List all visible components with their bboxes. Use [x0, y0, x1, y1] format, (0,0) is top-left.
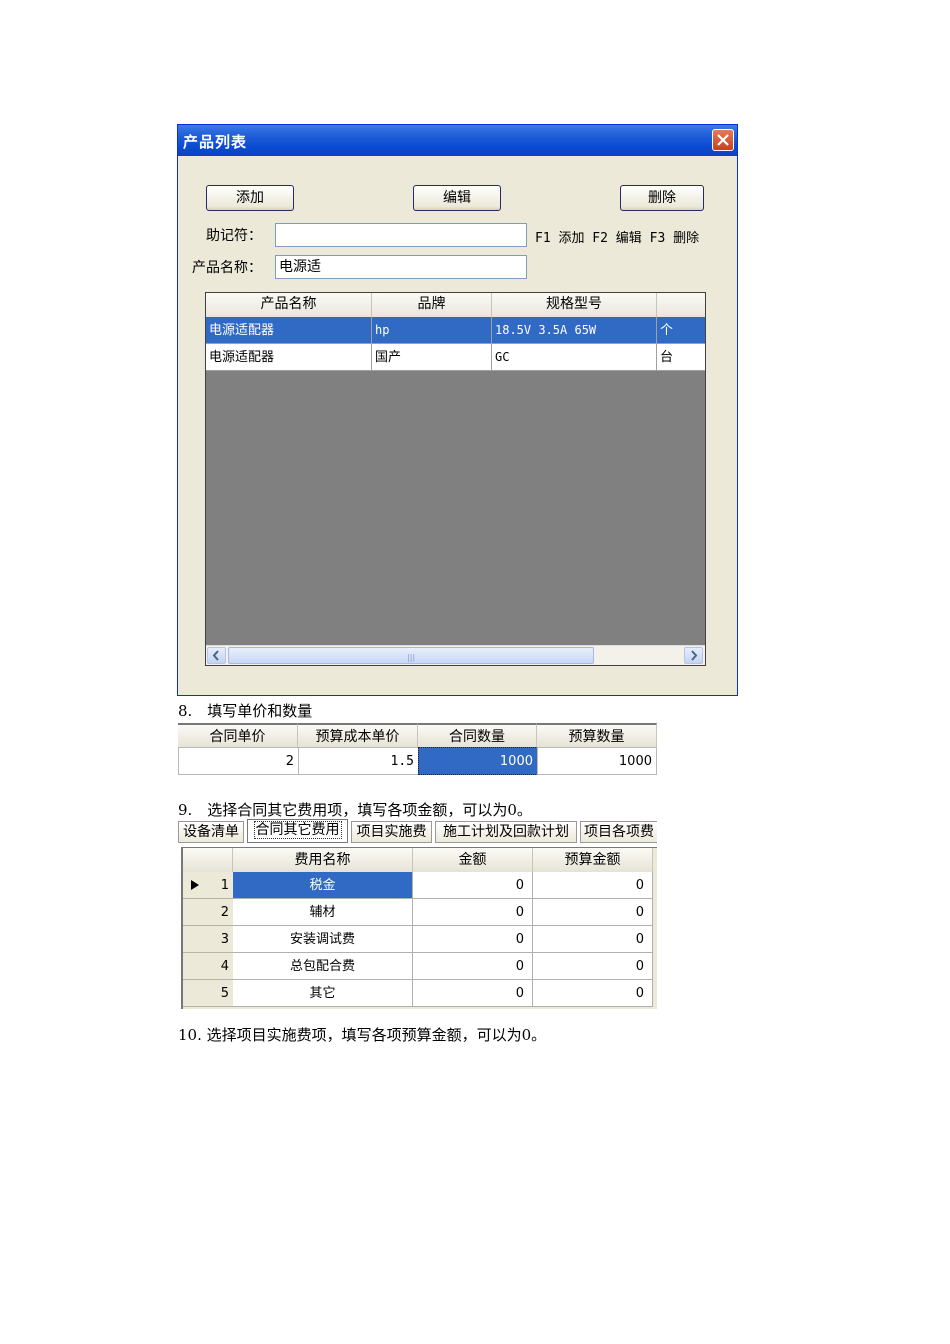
title-bar[interactable]: 产品列表 — [178, 125, 737, 156]
row-index: 1 — [220, 878, 229, 893]
amount-cell[interactable]: 0 — [413, 953, 533, 980]
grid-header: 产品名称 品牌 规格型号 — [206, 293, 705, 318]
product-list-dialog: 产品列表 添加 编辑 删除 助记符： F1 添加 F2 编辑 F3 删除 产品名… — [177, 124, 738, 696]
cell-unit[interactable]: 个 — [657, 317, 705, 344]
tab-contract-other-fees[interactable]: 合同其它费用 — [247, 819, 348, 843]
contract-price-cell[interactable]: 2 — [178, 747, 299, 775]
add-button[interactable]: 添加 — [206, 185, 294, 211]
other-fees-grid[interactable]: 费用名称 金额 预算金额 1 税金 0 0 2 辅材 0 0 3 安装调试费 0… — [181, 847, 657, 1009]
row-indicator[interactable]: 5 — [183, 980, 233, 1007]
row-indicator-header — [183, 848, 233, 872]
step-10-text: 10. 选择项目实施费项，填写各项预算金额，可以为0。 — [178, 1026, 547, 1044]
fee-name-cell[interactable]: 总包配合费 — [233, 953, 413, 980]
row-index: 4 — [220, 959, 229, 974]
scroll-right-button[interactable] — [684, 647, 703, 664]
fee-name-cell[interactable]: 安装调试费 — [233, 926, 413, 953]
mnemonic-input[interactable] — [275, 223, 527, 247]
tab-equipment-list[interactable]: 设备清单 — [178, 821, 244, 843]
column-header-amount[interactable]: 金额 — [413, 848, 533, 872]
row-indicator[interactable]: 4 — [183, 953, 233, 980]
scroll-grip: ||| — [407, 653, 416, 662]
product-name-input[interactable]: 电源适 — [275, 255, 527, 279]
row-index: 5 — [220, 986, 229, 1001]
column-header-contract-price[interactable]: 合同单价 — [178, 723, 298, 747]
column-header-product-name[interactable]: 产品名称 — [206, 293, 372, 317]
cell-brand[interactable]: hp — [372, 317, 492, 344]
row-indicator[interactable]: 2 — [183, 899, 233, 926]
cell-spec[interactable]: 18.5V 3.5A 65W — [492, 317, 657, 344]
edit-button[interactable]: 编辑 — [413, 185, 501, 211]
scroll-left-button[interactable] — [207, 647, 226, 664]
table-row[interactable]: 电源适配器 hp 18.5V 3.5A 65W 个 — [206, 317, 705, 344]
row-indicator[interactable]: 3 — [183, 926, 233, 953]
table-row[interactable]: 电源适配器 国产 GC 台 — [206, 344, 705, 371]
budget-amount-cell[interactable]: 0 — [533, 899, 653, 926]
shortcut-hint: F1 添加 F2 编辑 F3 删除 — [535, 231, 700, 246]
fee-name-cell[interactable]: 税金 — [233, 872, 413, 899]
fee-name-cell[interactable]: 其它 — [233, 980, 413, 1007]
cell-product-name[interactable]: 电源适配器 — [206, 344, 372, 371]
chevron-left-icon — [212, 650, 219, 661]
budget-amount-cell[interactable]: 0 — [533, 953, 653, 980]
budget-amount-cell[interactable]: 0 — [533, 926, 653, 953]
tab-project-fees[interactable]: 项目各项费 — [580, 821, 657, 843]
column-header-unit[interactable] — [657, 293, 705, 317]
tab-implementation-fees[interactable]: 项目实施费 — [351, 821, 432, 843]
row-indicator[interactable]: 1 — [183, 872, 233, 899]
column-header-budget-cost-price[interactable]: 预算成本单价 — [298, 723, 418, 747]
column-header-budget-quantity[interactable]: 预算数量 — [537, 723, 657, 747]
tab-label: 合同其它费用 — [253, 821, 342, 839]
budget-amount-cell[interactable]: 0 — [533, 872, 653, 899]
budget-quantity-cell[interactable]: 1000 — [537, 747, 657, 775]
amount-cell[interactable]: 0 — [413, 899, 533, 926]
dialog-title: 产品列表 — [183, 133, 248, 151]
cell-product-name[interactable]: 电源适配器 — [206, 317, 372, 344]
tab-construction-plan[interactable]: 施工计划及回款计划 — [435, 821, 577, 843]
product-name-label: 产品名称： — [192, 260, 262, 276]
close-button[interactable] — [712, 129, 734, 151]
budget-amount-cell[interactable]: 0 — [533, 980, 653, 1007]
column-header-brand[interactable]: 品牌 — [372, 293, 492, 317]
amount-cell[interactable]: 0 — [413, 926, 533, 953]
price-quantity-grid[interactable]: 合同单价 预算成本单价 合同数量 预算数量 2 1.5 1000 1000 — [178, 723, 657, 776]
cell-unit[interactable]: 台 — [657, 344, 705, 371]
chevron-right-icon — [691, 650, 698, 661]
row-index: 2 — [220, 905, 229, 920]
budget-cost-price-cell[interactable]: 1.5 — [298, 747, 419, 775]
contract-quantity-cell[interactable]: 1000 — [418, 747, 538, 775]
close-icon — [717, 134, 729, 146]
product-grid[interactable]: 产品名称 品牌 规格型号 电源适配器 hp 18.5V 3.5A 65W 个 电… — [205, 292, 706, 666]
column-header-fee-name[interactable]: 费用名称 — [233, 848, 413, 872]
mnemonic-label: 助记符： — [206, 228, 262, 244]
column-header-contract-quantity[interactable]: 合同数量 — [418, 723, 537, 747]
scroll-thumb[interactable]: ||| — [228, 647, 594, 664]
row-index: 3 — [220, 932, 229, 947]
fee-name-cell[interactable]: 辅材 — [233, 899, 413, 926]
current-row-arrow-icon — [191, 880, 199, 890]
delete-button[interactable]: 删除 — [620, 185, 704, 211]
column-header-spec[interactable]: 规格型号 — [492, 293, 657, 317]
amount-cell[interactable]: 0 — [413, 980, 533, 1007]
cell-brand[interactable]: 国产 — [372, 344, 492, 371]
step-8-text: 8. 填写单价和数量 — [178, 702, 313, 720]
step-9-text: 9. 选择合同其它费用项，填写各项金额，可以为0。 — [178, 801, 532, 819]
amount-cell[interactable]: 0 — [413, 872, 533, 899]
horizontal-scrollbar[interactable]: ||| — [206, 645, 705, 665]
column-header-budget-amount[interactable]: 预算金额 — [533, 848, 653, 872]
cell-spec[interactable]: GC — [492, 344, 657, 371]
